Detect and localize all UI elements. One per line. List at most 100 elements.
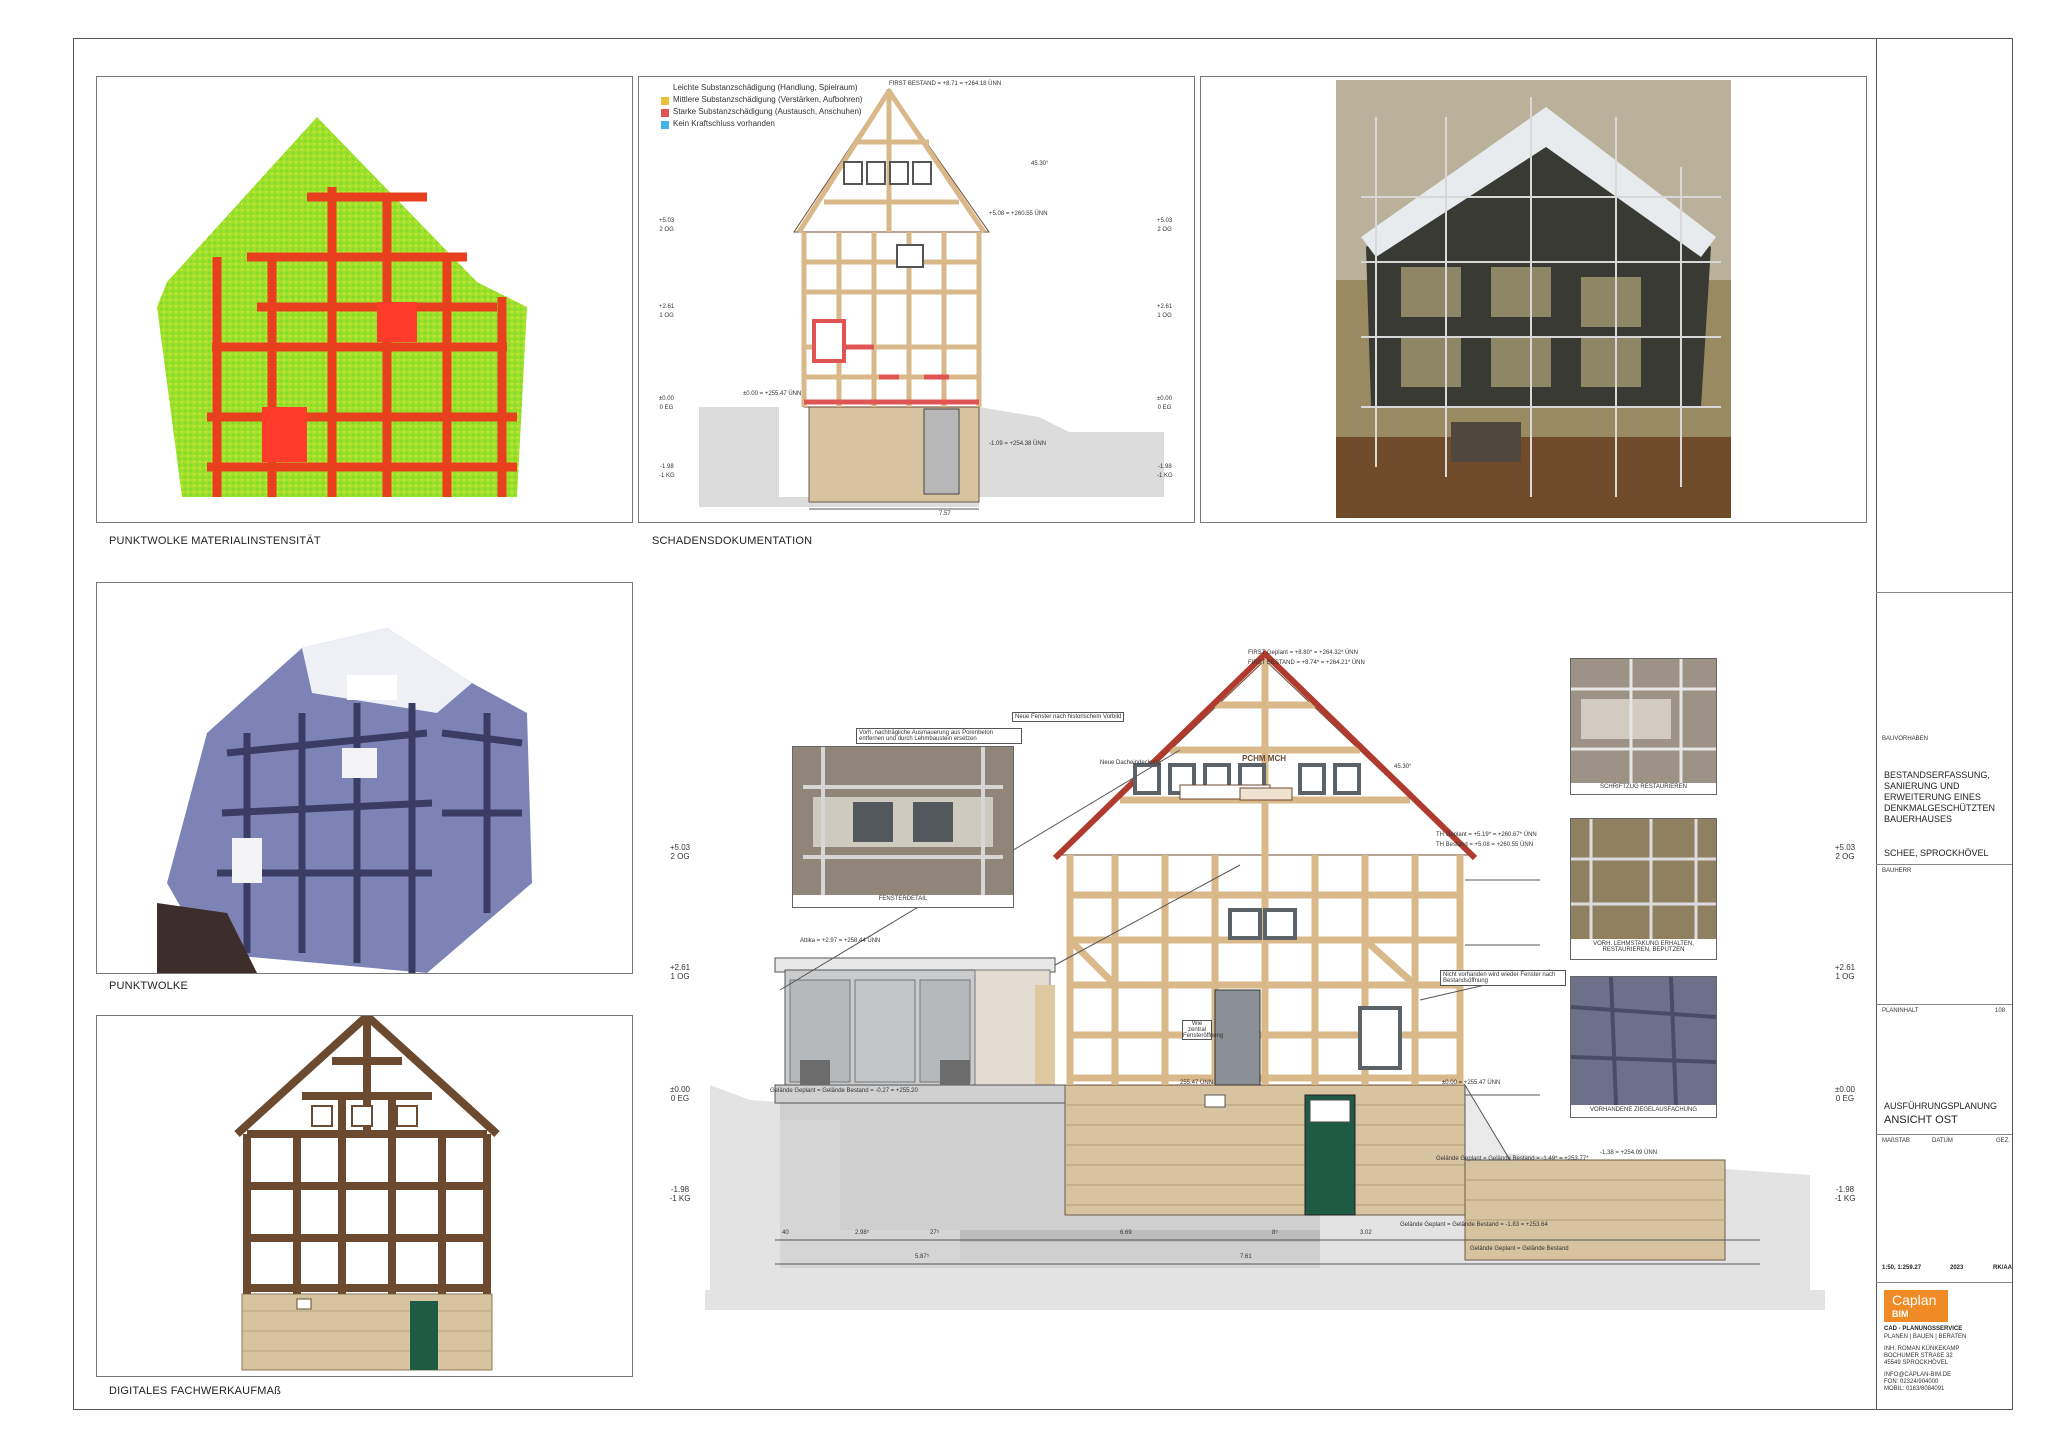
damage-first-label: FIRST BESTAND = +8.71 = +264.18 ÜNN: [889, 81, 1002, 87]
attika-label: Attika = +2.97 = +258.44 ÜNN: [800, 938, 881, 944]
damage-level-left-kg: -1.98 -1 KG: [659, 464, 675, 479]
damage-level-right-kg: -1.98 -1 KG: [1157, 464, 1173, 479]
company-owner: INH. ROMAN KÜNKEKAMP: [1884, 1346, 1960, 1352]
level-left-1og: +2.61 1 OG: [669, 963, 691, 981]
logo-text: Caplan: [1892, 1292, 1937, 1308]
tb-line-3: [1876, 1134, 2012, 1135]
dim-298: 2.98⁵: [855, 1230, 870, 1236]
detail-window-photo: FENSTERDETAIL: [792, 746, 1014, 908]
damage-angle-label: 45.30°: [1031, 161, 1049, 167]
tb-scale: 1:50, 1:259.27: [1882, 1265, 1922, 1271]
terrain-right-label: Gelände Geplant = Gelände Bestand = -1.4…: [1436, 1156, 1589, 1162]
level-right-0eg: ±0.00 0 EG: [1835, 1085, 1855, 1103]
damage-base-label: ±0.00 = +255.47 ÜNN: [743, 391, 802, 397]
legend-item-no-connection: Kein Kraftschluss vorhanden: [673, 119, 775, 128]
dim-302: 3.02: [1360, 1230, 1372, 1236]
caption-pointcloud-intensity: PUNKTWOLKE MATERIALINSTENSITÄT: [109, 535, 321, 547]
legend-item-light: Leichte Substanzschädigung (Handlung, Sp…: [673, 83, 858, 92]
angle-label: 45.30°: [1394, 764, 1412, 770]
first-planned-label: FIRST Geplant = +8.80* = +264.32* ÜNN: [1248, 650, 1358, 656]
company-city: 45549 SPROCKHÖVEL: [1884, 1360, 1949, 1366]
damage-eaves-label: +5.08 = +260.55 ÜNN: [989, 211, 1048, 217]
annotation-roof: Neue Dacheindeckung: [1100, 760, 1161, 766]
annotation-window-reopen: Nicht vorhanden wird wieder Fenster nach…: [1440, 970, 1566, 986]
inscription-board: PCHM MCH: [1242, 754, 1286, 763]
scaffold-photo-panel: [1200, 76, 1867, 523]
tb-plan-number: 108: [1995, 1008, 2006, 1014]
detail-inscription-photo: SCHRIFTZUG RESTAURIEREN: [1570, 658, 1717, 795]
dim-40: 40: [782, 1230, 789, 1236]
dim-5875: 5.87⁵: [915, 1254, 930, 1260]
tb-phase: AUSFÜHRUNGSPLANUNG: [1884, 1101, 1998, 1111]
detail-inscription-caption: SCHRIFTZUG RESTAURIEREN: [1600, 784, 1687, 790]
tb-content-label: PLANINHALT: [1882, 1008, 1919, 1014]
detail-clay-photo: VORH. LEHMSTAKUNG ERHALTEN, RESTAURIEREN…: [1570, 818, 1717, 960]
damage-level-left-0eg: ±0.00 0 EG: [659, 396, 674, 411]
tb-line-1: [1876, 864, 2012, 865]
tb-client-label: BAUHERR: [1882, 868, 1912, 874]
level-left-2og: +5.03 2 OG: [669, 843, 691, 861]
dim-761: 7.61: [1240, 1254, 1252, 1260]
detail-window-caption: FENSTERDETAIL: [878, 896, 928, 902]
legend-item-medium: Mittlere Substanzschädigung (Verstärken,…: [673, 95, 863, 104]
title-block-frame: [1876, 38, 2013, 1410]
tb-line-2: [1876, 1004, 2012, 1005]
pointcloud-intensity-image: [157, 117, 527, 497]
logo-sub: BIM: [1892, 1309, 1909, 1319]
tb-location: SCHEE, SPROCKHÖVEL: [1884, 848, 1989, 858]
caption-pointcloud: PUNKTWOLKE: [109, 980, 189, 992]
legend-item-heavy: Starke Substanzschädigung (Austausch, An…: [673, 107, 862, 116]
company-name: CAD - PLANUNGSSERVICE: [1884, 1326, 1963, 1332]
tb-drawn: RK/AA: [1993, 1265, 2012, 1271]
damage-level-right-2og: +5.03 2 OG: [1157, 218, 1173, 233]
eaves-existing-label: TH Bestand = +5.08 = +260.55 ÜNN: [1436, 842, 1534, 848]
dim-275: 27⁵: [930, 1230, 940, 1236]
tb-project-label: BAUVORHABEN: [1882, 736, 1929, 742]
tb-year: 2023: [1950, 1265, 1964, 1271]
digital-survey-panel: [96, 1015, 633, 1377]
caplan-logo: Caplan BIM: [1884, 1290, 1948, 1322]
damage-level-left-2og: +5.03 2 OG: [659, 218, 675, 233]
detail-tiles-photo: VORHANDENE ZIEGELAUSFACHUNG: [1570, 976, 1717, 1118]
damage-level-right-1og: +2.61 1 OG: [1157, 304, 1173, 319]
digital-survey-drawing: [234, 1016, 500, 1371]
tb-col-date: DATUM: [1932, 1138, 1953, 1144]
tb-view: ANSICHT OST: [1884, 1114, 1958, 1126]
door-note: Wie zentral Fensteröffnung: [1182, 1020, 1224, 1040]
dim-85: 8⁵: [1272, 1230, 1278, 1236]
tb-project: BESTANDSERFASSUNG, SANIERUNG UND ERWEITE…: [1884, 770, 1996, 824]
eaves-planned-label: TH Geplant = +5.19* = +260.67* ÜNN: [1436, 832, 1537, 838]
caption-damage-documentation: SCHADENSDOKUMENTATION: [652, 535, 813, 547]
bottom-label: Gelände Geplant = Gelände Bestand: [1470, 1246, 1569, 1252]
title-block-divider: [1876, 592, 2012, 593]
annotation-new-windows: Neue Fenster nach historischem Vorbild: [1012, 712, 1125, 722]
level-left-kg: -1.98 -1 KG: [669, 1185, 691, 1203]
level-right-kg: -1.98 -1 KG: [1834, 1185, 1856, 1203]
right-level-label: -1.38 = +254.09 ÜNN: [1600, 1150, 1658, 1156]
damage-kg-label: -1.09 = +254.38 ÜNN: [989, 441, 1047, 447]
damage-documentation-panel: Leichte Substanzschädigung (Handlung, Sp…: [638, 76, 1195, 523]
damage-width-label: 7.57: [939, 511, 951, 517]
scaffold-photo: [1336, 80, 1731, 518]
company-street: BOCHUMER STRAßE 32: [1884, 1353, 1953, 1359]
first-existing-label: FIRST BESTAND = +8.74* = +264.21* ÜNN: [1248, 660, 1365, 666]
company-phone: FON: 02324/904000: [1884, 1379, 1939, 1385]
tb-col-scale: MAßSTAB: [1882, 1138, 1910, 1144]
caption-digital-survey: DIGITALES FACHWERKAUFMAß: [109, 1385, 282, 1397]
company-mobile: MOBIL: 0163/8084091: [1884, 1386, 1945, 1392]
base-right-label: ±0.00 = +255.47 ÜNN: [1442, 1080, 1501, 1086]
detail-tiles-caption: VORHANDENE ZIEGELAUSFACHUNG: [1589, 1107, 1698, 1113]
damage-level-left-1og: +2.61 1 OG: [659, 304, 675, 319]
level-right-2og: +5.03 2 OG: [1834, 843, 1856, 861]
damage-elevation-drawing: [661, 85, 1164, 510]
terrain-left-label: Gelände Geplant = Gelände Bestand = -0.2…: [770, 1088, 918, 1094]
tb-col-drawn: GEZ.: [1996, 1138, 2011, 1144]
level-right-1og: +2.61 1 OG: [1834, 963, 1856, 981]
company-email: INFO@CAPLAN-BIM.DE: [1884, 1372, 1952, 1378]
pointcloud-image: [157, 628, 532, 973]
detail-clay-caption: VORH. LEHMSTAKUNG ERHALTEN, RESTAURIEREN…: [1593, 941, 1694, 953]
damage-level-right-0eg: ±0.00 0 EG: [1157, 396, 1172, 411]
base-left-label: 255.47 ÜNN: [1180, 1080, 1214, 1086]
annotation-masonry: Vorh. nachträgliche Ausmauerung aus Pore…: [856, 728, 1022, 744]
dim-669: 6.69: [1120, 1230, 1132, 1236]
